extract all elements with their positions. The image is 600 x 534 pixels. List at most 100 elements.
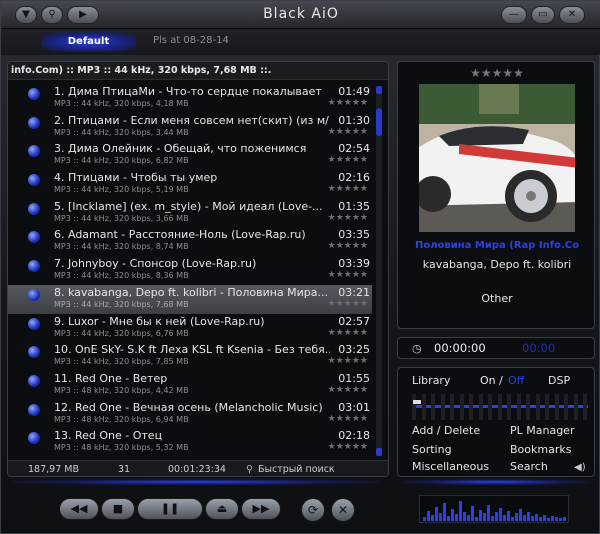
scroll-up-arrow[interactable]: [376, 86, 382, 94]
track-rating-stars[interactable]: ★★★★★: [328, 241, 368, 251]
track-details: MP3 :: 44 kHz, 320 kbps, 3,66 MB: [54, 213, 189, 223]
track-row[interactable]: 7. Johnyboy - Спонсор (Love-Rap.ru) 03:39…: [8, 256, 372, 285]
eq-band-slider[interactable]: [412, 394, 421, 420]
maximize-button[interactable]: ▭: [531, 6, 555, 24]
eq-band-slider[interactable]: [516, 394, 521, 420]
track-rating-stars[interactable]: ★★★★★: [328, 442, 368, 452]
track-row[interactable]: 6. Adamant - Расстояние-Ноль (Love-Rap.r…: [8, 227, 372, 256]
eq-band-slider[interactable]: [469, 394, 473, 420]
eject-button[interactable]: ⏏: [205, 498, 239, 520]
preamp-knob[interactable]: [413, 400, 421, 404]
track-rating-stars[interactable]: ★★★★★: [328, 328, 368, 338]
spectrum-bar: [523, 515, 526, 521]
menu-button[interactable]: ▼: [15, 6, 37, 24]
playlist-scrollbar[interactable]: [376, 86, 382, 456]
eq-band-slider[interactable]: [526, 394, 530, 420]
now-playing-artist: kavabanga, Depo ft. kolibri: [422, 258, 572, 271]
eq-band-slider[interactable]: [459, 394, 464, 420]
track-rating-stars[interactable]: ★★★★★: [328, 184, 368, 194]
shuffle-button[interactable]: ✕: [331, 498, 355, 522]
track-rating-stars[interactable]: ★★★★★: [328, 213, 368, 223]
eq-band-slider[interactable]: [431, 394, 435, 420]
repeat-button[interactable]: ⟳: [301, 498, 325, 522]
eq-band-slider[interactable]: [421, 394, 426, 420]
track-rating-stars[interactable]: ★★★★★: [328, 270, 368, 280]
eq-band-slider[interactable]: [488, 394, 492, 420]
spectrum-bar: [479, 510, 482, 521]
track-row[interactable]: 3. Дима Олейник - Обещай, что поженимся 0…: [8, 141, 372, 170]
tab-pls-at-08-28-14[interactable]: Pls at 08-28-14: [153, 35, 229, 46]
elapsed-time[interactable]: 00:00:00: [434, 341, 486, 355]
eq-band-slider[interactable]: [564, 394, 568, 420]
track-row[interactable]: 1. Дима ПтицаМи - Что-то сердце покалыва…: [8, 84, 372, 113]
search-button-panel[interactable]: Search: [510, 460, 548, 473]
miscellaneous-button[interactable]: Miscellaneous: [412, 460, 489, 473]
scroll-down-arrow[interactable]: [376, 448, 382, 456]
equalizer[interactable]: [404, 394, 590, 422]
track-duration: 01:55: [338, 371, 370, 385]
eq-on-toggle[interactable]: On /: [480, 374, 503, 387]
eq-off-toggle[interactable]: Off: [508, 374, 524, 387]
close-button[interactable]: ✕: [559, 6, 585, 24]
total-size: 187,97 MB: [28, 464, 79, 475]
track-row[interactable]: 9. Luxor - Мне бы к ней (Love-Rap.ru) 02:…: [8, 314, 372, 343]
track-rating-stars[interactable]: ★★★★★: [328, 414, 368, 424]
track-rating-stars[interactable]: ★★★★★: [328, 155, 368, 165]
eq-band-slider[interactable]: [554, 394, 559, 420]
spectrum-bar: [519, 509, 522, 521]
track-rating-stars[interactable]: ★★★★★: [328, 385, 368, 395]
spectrum-bar: [475, 517, 478, 521]
remaining-time[interactable]: 00:00: [522, 341, 555, 355]
track-row[interactable]: 2. Птицами - Если меня совсем нет(скит) …: [8, 113, 372, 142]
tab-default[interactable]: Default: [41, 32, 136, 52]
eq-band-slider[interactable]: [478, 394, 483, 420]
track-rating-stars[interactable]: ★★★★★: [328, 356, 368, 366]
stop-button[interactable]: ■: [101, 498, 135, 520]
next-button[interactable]: ▶▶: [241, 498, 281, 520]
eq-band-slider[interactable]: [450, 394, 454, 420]
playlist-glow: [11, 479, 381, 485]
track-row[interactable]: 4. Птицами - Чтобы ты умер 02:16 MP3 :: 44…: [8, 170, 372, 199]
eq-band-slider[interactable]: [573, 394, 578, 420]
clock-icon[interactable]: ◷: [412, 342, 422, 355]
eq-band-slider[interactable]: [545, 394, 549, 420]
quick-search-input[interactable]: Быстрый поиск: [258, 464, 335, 475]
transport-controls: ◀◀ ■ ❚❚ ⏏ ▶▶: [59, 498, 283, 520]
search-icon: ⚲: [246, 464, 253, 475]
search-button[interactable]: ⚲: [41, 6, 63, 24]
sorting-button[interactable]: Sorting: [412, 443, 452, 456]
spectrum-bar: [431, 515, 434, 521]
pl-manager-button[interactable]: PL Manager: [510, 424, 574, 437]
eq-band-slider[interactable]: [535, 394, 540, 420]
track-row[interactable]: 10. OnE SkY- S.K ft Леха KSL ft Ksenia -…: [8, 342, 372, 371]
play-mode-button[interactable]: ▶: [67, 6, 99, 24]
track-details: MP3 :: 48 kHz, 320 kbps, 4,42 MB: [54, 385, 189, 395]
pause-button[interactable]: ❚❚: [137, 498, 203, 520]
bookmarks-button[interactable]: Bookmarks: [510, 443, 571, 456]
rating-stars[interactable]: ★★★★★: [398, 66, 596, 80]
add-delete-button[interactable]: Add / Delete: [412, 424, 480, 437]
title-bar[interactable]: ▼ ⚲ ▶ Black AiO — ▭ ✕: [1, 1, 600, 29]
speaker-icon[interactable]: ◀): [574, 462, 586, 473]
track-row[interactable]: 13. Red One - Отец 02:18 MP3 :: 48 kHz, 32…: [8, 428, 372, 457]
previous-button[interactable]: ◀◀: [59, 498, 99, 520]
track-row[interactable]: 8. kavabanga, Depo ft. kolibri - Половин…: [8, 284, 372, 314]
track-rating-stars[interactable]: ★★★★★: [328, 299, 368, 309]
track-duration: 01:35: [338, 199, 370, 213]
note-icon: [28, 403, 40, 416]
track-row[interactable]: 11. Red One - Ветер 01:55 MP3 :: 48 kHz, 3…: [8, 371, 372, 400]
dsp-button[interactable]: DSP: [548, 374, 570, 387]
scroll-thumb[interactable]: [376, 108, 382, 136]
eq-band-slider[interactable]: [507, 394, 511, 420]
track-row[interactable]: 12. Red One - Вечная осень (Melancholic …: [8, 400, 372, 429]
track-details: MP3 :: 44 kHz, 320 kbps, 5,19 MB: [54, 185, 189, 195]
eq-band-slider[interactable]: [497, 394, 502, 420]
track-title: 12. Red One - Вечная осень (Melancholic …: [54, 400, 323, 414]
track-rating-stars[interactable]: ★★★★★: [328, 98, 368, 108]
track-rating-stars[interactable]: ★★★★★: [328, 127, 368, 137]
library-toggle[interactable]: Library: [412, 374, 450, 387]
eq-band-slider[interactable]: [583, 394, 587, 420]
track-row[interactable]: 5. [Incklame] (ex. m_style) - Мой идеал …: [8, 199, 372, 228]
eq-band-slider[interactable]: [440, 394, 445, 420]
minimize-button[interactable]: —: [501, 6, 527, 24]
